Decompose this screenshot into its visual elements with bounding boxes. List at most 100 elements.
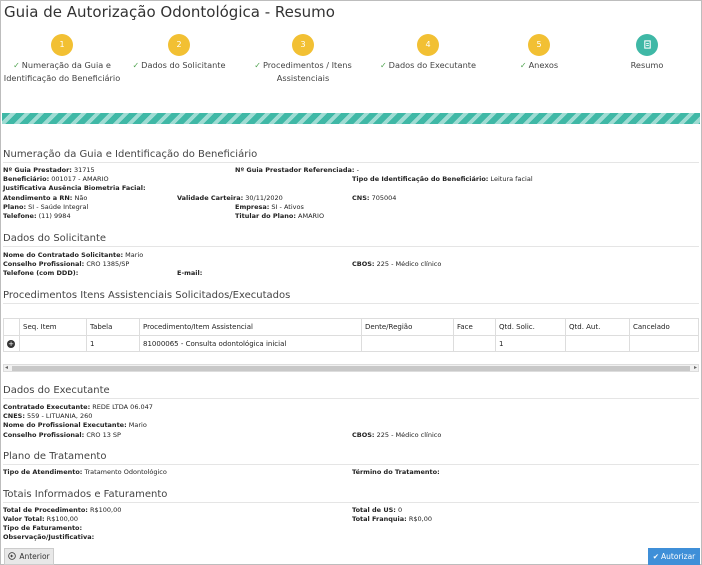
previous-button[interactable]: Anterior (4, 548, 54, 565)
divider (3, 162, 699, 163)
step-2-label: Dados do Solicitante (141, 60, 226, 70)
check-icon: ✓ (379, 61, 387, 70)
check-icon: ✓ (13, 61, 20, 70)
step-3-circle: 3 (292, 34, 314, 56)
column-header-procedimento[interactable]: Procedimento/Item Assistencial (139, 318, 362, 336)
profissional-executante: Nome do Profissional Executante: Mario (3, 421, 147, 429)
section-title-totais: Totais Informados e Faturamento (3, 489, 168, 500)
cell-qtd-solic: 1 (495, 335, 566, 352)
observacao: Observação/Justificativa: (3, 533, 95, 541)
table-row: + 1 81000065 - Consulta odontológica ini… (3, 335, 699, 352)
progress-stripe (2, 113, 700, 124)
cell-dente (361, 335, 454, 352)
column-header-dente[interactable]: Dente/Região (361, 318, 454, 336)
divider (3, 502, 699, 503)
horizontal-scrollbar[interactable]: ◂ ▸ (3, 364, 699, 372)
valor-total: Valor Total: R$100,00 (3, 515, 79, 523)
procedures-table: Seq. Item Tabela Procedimento/Item Assis… (3, 318, 699, 352)
wizard-steps: 1 ✓ Numeração da Guia e Identificação do … (0, 34, 702, 114)
email-solicitante: E-mail: (177, 269, 203, 277)
atendimento-rn: Atendimento a RN: Não (3, 194, 88, 202)
step-5-circle: 5 (528, 34, 550, 56)
beneficiario: Beneficiário: 001017 - AMARIO (3, 175, 109, 183)
scroll-right-icon[interactable]: ▸ (694, 364, 697, 371)
tipo-atendimento: Tipo de Atendimento: Tratamento Odontoló… (3, 468, 167, 476)
step-5[interactable]: 5 ✓ Anexos (479, 34, 599, 72)
column-header-qtd-aut[interactable]: Qtd. Aut. (565, 318, 630, 336)
contratado-executante: Contratado Executante: REDE LTDA 06.047 (3, 403, 153, 411)
termino-tratamento: Término do Tratamento: (352, 468, 440, 476)
column-header-cancelado[interactable]: Cancelado (629, 318, 699, 336)
plus-circle-icon[interactable]: + (7, 339, 15, 348)
justificativa-biometria: Justificativa Ausência Biometria Facial: (3, 184, 146, 192)
step-1-label: Numeração da Guia e Identificação do Ben… (3, 60, 121, 83)
step-1-circle: 1 (51, 34, 73, 56)
tipo-identificacao: Tipo de Identificação do Beneficiário: L… (352, 175, 533, 183)
section-title-procedimentos: Procedimentos Itens Assistenciais Solici… (3, 290, 291, 301)
tipo-faturamento: Tipo de Faturamento: (3, 524, 83, 532)
telefone: Telefone: (11) 9984 (3, 212, 71, 220)
conselho-executante: Conselho Profissional: CRO 13 SP (3, 431, 121, 439)
step-6-label: Resumo (630, 60, 664, 70)
total-procedimento: Total de Procedimento: R$100,00 (3, 506, 122, 514)
column-header-tabela[interactable]: Tabela (86, 318, 140, 336)
scrollbar-thumb[interactable] (12, 366, 690, 371)
plano: Plano: SI - Saúde Integral (3, 203, 89, 211)
table-header-row: Seq. Item Tabela Procedimento/Item Assis… (3, 318, 699, 336)
arrow-left-circle-icon (8, 551, 17, 562)
cell-face (453, 335, 496, 352)
step-6[interactable]: Resumo (587, 34, 702, 71)
check-icon: ✓ (132, 61, 140, 70)
document-icon (636, 34, 658, 56)
guia-prestador: Nº Guia Prestador: 31715 (3, 166, 95, 174)
guia-referenciada: Nº Guia Prestador Referenciada: - (235, 166, 359, 174)
cell-tabela: 1 (86, 335, 140, 352)
step-1[interactable]: 1 ✓ Numeração da Guia e Identificação do … (2, 34, 122, 84)
step-4-circle: 4 (417, 34, 439, 56)
step-4-label: Dados do Executante (388, 60, 477, 70)
scroll-left-icon[interactable]: ◂ (5, 364, 8, 371)
section-title-plano: Plano de Tratamento (3, 451, 107, 462)
telefone-solicitante: Telefone (com DDD): (3, 269, 79, 277)
step-3-label: Procedimentos / Itens Assistenciais (262, 60, 352, 83)
cell-procedimento: 81000065 - Consulta odontológica inicial (139, 335, 362, 352)
empresa: Empresa: SI - Ativos (235, 203, 304, 211)
divider (3, 303, 699, 304)
cell-cancelado (629, 335, 699, 352)
divider (3, 464, 699, 465)
total-franquia: Total Franquia: R$0,00 (352, 515, 432, 523)
section-title-numeracao: Numeração da Guia e Identificação do Ben… (3, 149, 258, 160)
section-title-executante: Dados do Executante (3, 385, 110, 396)
section-title-solicitante: Dados do Solicitante (3, 233, 107, 244)
cell-qtd-aut (565, 335, 630, 352)
expand-cell[interactable]: + (3, 335, 20, 352)
column-header-face[interactable]: Face (453, 318, 496, 336)
cnes: CNES: 559 - LITUANIA, 260 (3, 412, 93, 420)
check-icon: ✔ (652, 552, 660, 561)
validade-carteira: Validade Carteira: 30/11/2020 (177, 194, 283, 202)
page-title: Guia de Autorização Odontológica - Resum… (4, 3, 335, 21)
previous-button-label: Anterior (19, 552, 50, 561)
divider (3, 398, 699, 399)
step-3[interactable]: 3 ✓ Procedimentos / Itens Assistenciais (243, 34, 363, 84)
cell-seq (19, 335, 87, 352)
conselho-solicitante: Conselho Profissional: CRO 1385/SP (3, 260, 130, 268)
nome-contratado-solicitante: Nome do Contratado Solicitante: Mario (3, 251, 144, 259)
check-icon: ✓ (519, 61, 527, 70)
authorize-button-label: Autorizar (661, 552, 696, 561)
step-2-circle: 2 (168, 34, 190, 56)
column-header-seq[interactable]: Seq. Item (19, 318, 87, 336)
total-us: Total de US: 0 (352, 506, 403, 514)
step-4[interactable]: 4 ✓ Dados do Executante (368, 34, 488, 72)
authorize-button[interactable]: ✔ Autorizar (648, 548, 700, 565)
cbos-solicitante: CBOS: 225 - Médico clínico (352, 260, 442, 268)
step-5-label: Anexos (528, 60, 559, 70)
cns: CNS: 705004 (352, 194, 397, 202)
check-icon: ✓ (254, 61, 261, 70)
divider (3, 246, 699, 247)
step-2[interactable]: 2 ✓ Dados do Solicitante (119, 34, 239, 72)
column-header-qtd-solic[interactable]: Qtd. Solic. (495, 318, 566, 336)
cbos-executante: CBOS: 225 - Médico clínico (352, 431, 442, 439)
column-header-expand (3, 318, 20, 336)
titular-plano: Titular do Plano: AMARIO (235, 212, 325, 220)
